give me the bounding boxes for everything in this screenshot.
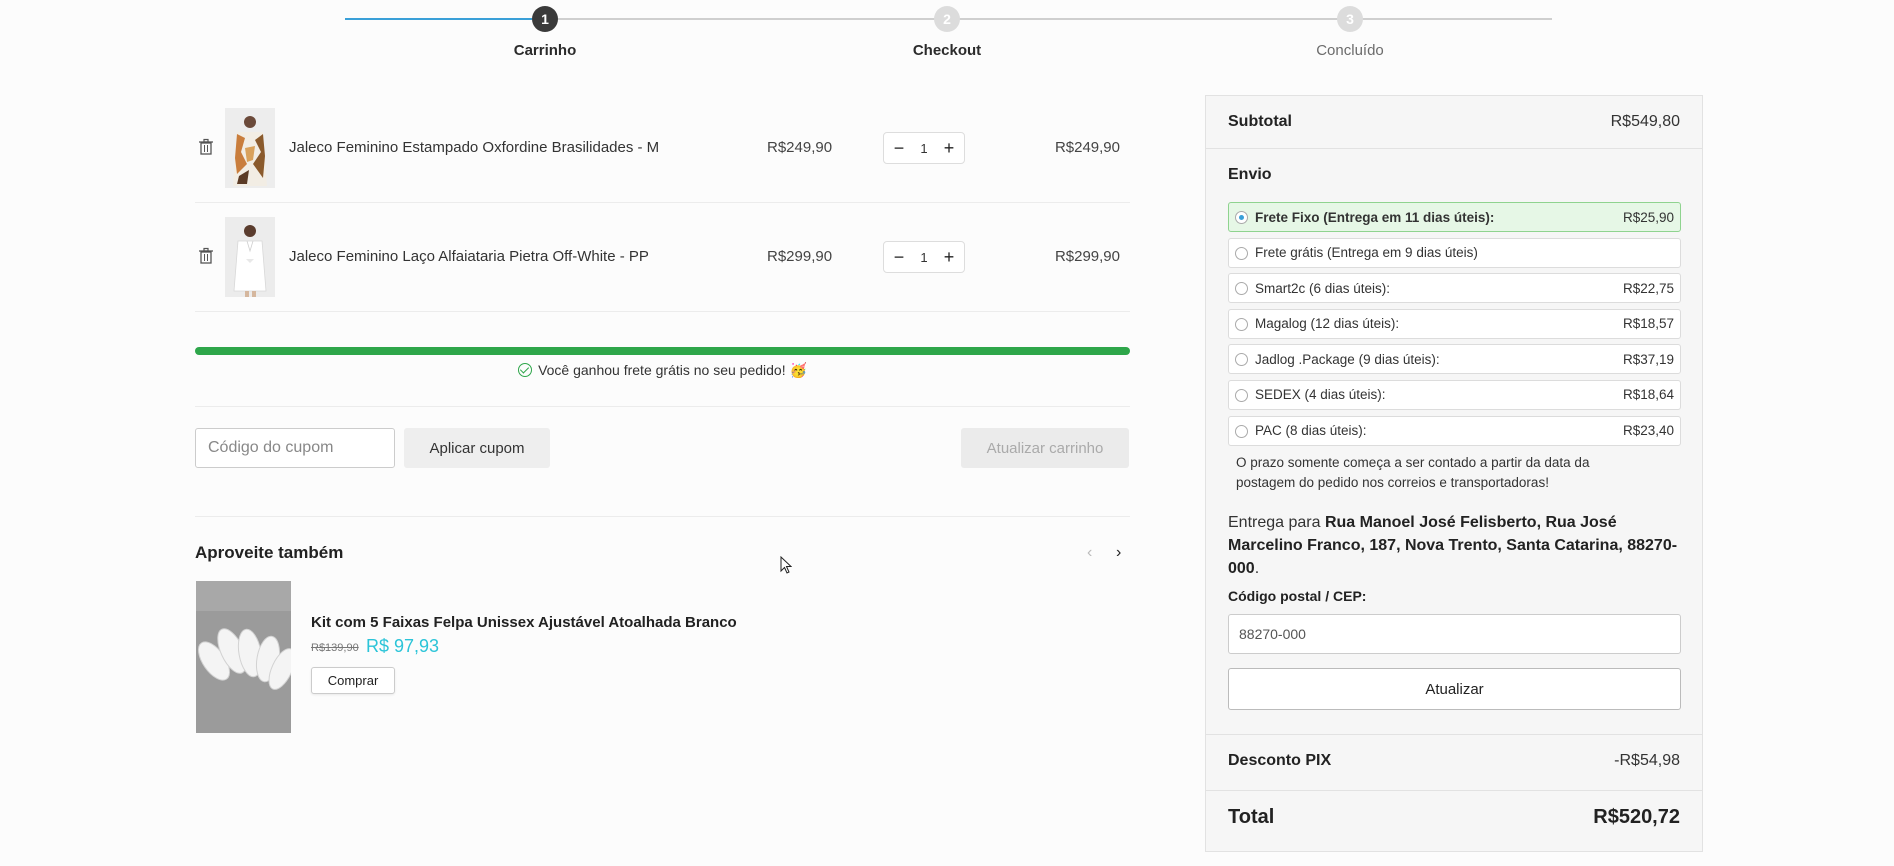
buy-button[interactable]: Comprar <box>311 667 395 694</box>
trash-icon[interactable] <box>198 138 214 156</box>
cart-items-list: Jaleco Feminino Estampado Oxfordine Bras… <box>195 94 1130 312</box>
upsell-product-image[interactable] <box>196 581 291 733</box>
shipping-option-label: Frete Fixo (Entrega em 11 dias úteis): <box>1255 209 1495 225</box>
mouse-cursor-icon <box>780 556 792 574</box>
shipping-option[interactable]: Jadlog .Package (9 dias úteis): R$37,19 <box>1228 344 1681 375</box>
check-circle-icon <box>518 363 533 377</box>
radio-icon[interactable] <box>1235 317 1248 331</box>
chevron-right-icon[interactable]: › <box>1116 544 1121 562</box>
radio-selected-icon[interactable] <box>1235 211 1248 224</box>
radio-icon[interactable] <box>1235 424 1248 438</box>
shipping-option[interactable]: PAC (8 dias úteis): R$23,40 <box>1228 415 1681 446</box>
shipping-option-price: R$18,57 <box>1622 316 1674 332</box>
divider <box>1206 790 1702 791</box>
upsell-title: Aproveite também <box>195 543 344 562</box>
shipping-option[interactable]: Frete grátis (Entrega em 9 dias úteis) <box>1228 237 1681 268</box>
shipping-option-label: Smart2c (6 dias úteis): <box>1255 280 1391 296</box>
shipping-option-price: R$37,19 <box>1622 351 1674 367</box>
update-shipping-button[interactable]: Atualizar <box>1228 668 1681 710</box>
step-cart[interactable]: 1 Carrinho <box>445 6 645 59</box>
trash-icon[interactable] <box>198 247 214 265</box>
shipping-option-label: Jadlog .Package (9 dias úteis): <box>1255 351 1440 367</box>
radio-icon[interactable] <box>1235 353 1248 367</box>
upsell-new-price: R$ 97,93 <box>366 636 440 656</box>
divider <box>195 516 1130 517</box>
chevron-left-icon[interactable]: ‹ <box>1087 544 1092 562</box>
quantity-value[interactable]: 1 <box>920 250 927 265</box>
cart-item-price: R$249,90 <box>767 139 833 156</box>
shipping-option-price: R$23,40 <box>1622 423 1674 439</box>
divider <box>1206 734 1702 735</box>
shipping-option[interactable]: Frete Fixo (Entrega em 11 dias úteis): R… <box>1228 202 1681 232</box>
step-number: 3 <box>1337 6 1363 32</box>
upsell-old-price: R$139,90 <box>311 642 359 654</box>
shipping-note: O prazo somente começa a ser contado a p… <box>1236 455 1590 490</box>
shipping-option-label: Magalog (12 dias úteis): <box>1255 316 1400 332</box>
increase-quantity-button[interactable]: + <box>942 138 956 159</box>
cart-item-price: R$299,90 <box>767 248 833 265</box>
shipping-option-price: R$25,90 <box>1622 209 1674 225</box>
step-done[interactable]: 3 Concluído <box>1250 6 1450 59</box>
free-shipping-progress-bar <box>195 347 1130 355</box>
shipping-options: Frete Fixo (Entrega em 11 dias úteis): R… <box>1228 202 1681 451</box>
subtotal-value: R$549,80 <box>1610 113 1680 130</box>
subtotal-label: Subtotal <box>1228 113 1292 130</box>
shipping-option-price: R$22,75 <box>1622 280 1674 296</box>
shipping-option-label: PAC (8 dias úteis): <box>1255 423 1367 439</box>
decrease-quantity-button[interactable]: − <box>892 247 906 268</box>
shipping-option[interactable]: Magalog (12 dias úteis): R$18,57 <box>1228 308 1681 339</box>
shipping-option[interactable]: SEDEX (4 dias úteis): R$18,64 <box>1228 379 1681 410</box>
step-label: Carrinho <box>513 42 577 59</box>
step-label: Concluído <box>1316 42 1384 59</box>
discount-row: Desconto PIX -R$54,98 <box>1228 752 1680 770</box>
delivery-address: Entrega para Rua Manoel José Felisberto,… <box>1228 511 1678 580</box>
cart-row: Jaleco Feminino Laço Alfaiataria Pietra … <box>195 203 1130 312</box>
cart-row: Jaleco Feminino Estampado Oxfordine Bras… <box>195 94 1130 203</box>
update-cart-button[interactable]: Atualizar carrinho <box>961 428 1129 468</box>
delivery-suffix: . <box>1254 560 1260 577</box>
total-value: R$520,72 <box>1593 806 1680 828</box>
total-label: Total <box>1228 806 1275 828</box>
cart-item-name[interactable]: Jaleco Feminino Laço Alfaiataria Pietra … <box>289 248 649 265</box>
radio-icon[interactable] <box>1235 282 1248 296</box>
cep-input[interactable] <box>1228 614 1681 654</box>
apply-coupon-button[interactable]: Aplicar cupom <box>404 428 550 468</box>
shipping-option[interactable]: Smart2c (6 dias úteis): R$22,75 <box>1228 273 1681 304</box>
cep-label: Código postal / CEP: <box>1228 588 1367 604</box>
total-row: Total R$520,72 <box>1228 806 1680 829</box>
checkout-stepper: 1 Carrinho 2 Checkout 3 Concluído <box>345 0 1553 70</box>
cart-item-total: R$249,90 <box>1054 139 1120 156</box>
radio-icon[interactable] <box>1235 388 1248 402</box>
step-number: 2 <box>934 6 960 32</box>
shipping-option-label: Frete grátis (Entrega em 9 dias úteis) <box>1255 245 1478 261</box>
product-thumbnail[interactable] <box>225 108 275 188</box>
free-shipping-message: Você ganhou frete grátis no seu pedido! … <box>195 362 1130 379</box>
free-shipping-text: Você ganhou frete grátis no seu pedido! … <box>538 362 807 378</box>
cart-item-name[interactable]: Jaleco Feminino Estampado Oxfordine Bras… <box>289 139 659 156</box>
quantity-stepper: − 1 + <box>883 132 965 164</box>
upsell-product-name[interactable]: Kit com 5 Faixas Felpa Unissex Ajustável… <box>311 614 737 631</box>
coupon-input[interactable] <box>195 428 395 468</box>
divider <box>195 406 1130 407</box>
quantity-value[interactable]: 1 <box>920 141 927 156</box>
shipping-option-price: R$18,64 <box>1622 387 1674 403</box>
decrease-quantity-button[interactable]: − <box>892 138 906 159</box>
product-thumbnail[interactable] <box>225 217 275 297</box>
order-summary-panel: Subtotal R$549,80 Envio Frete Fixo (Entr… <box>1205 95 1703 852</box>
cart-item-total: R$299,90 <box>1054 248 1120 265</box>
step-checkout[interactable]: 2 Checkout <box>847 6 1047 59</box>
discount-value: -R$54,98 <box>1614 752 1680 769</box>
subtotal-row: Subtotal R$549,80 <box>1228 113 1680 131</box>
shipping-option-label: SEDEX (4 dias úteis): <box>1255 387 1386 403</box>
step-number: 1 <box>532 6 558 32</box>
discount-label: Desconto PIX <box>1228 752 1332 769</box>
shipping-title: Envio <box>1228 166 1272 183</box>
divider <box>1206 148 1702 149</box>
increase-quantity-button[interactable]: + <box>942 247 956 268</box>
delivery-prefix: Entrega para <box>1228 514 1325 531</box>
radio-icon[interactable] <box>1235 246 1248 260</box>
quantity-stepper: − 1 + <box>883 241 965 273</box>
step-label: Checkout <box>912 42 982 59</box>
